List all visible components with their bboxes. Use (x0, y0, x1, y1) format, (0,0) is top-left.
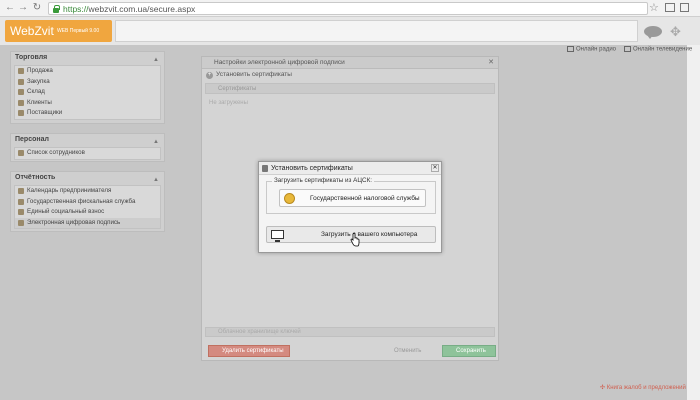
complaints-book-link[interactable]: ✣ Книга жалоб и предложений (600, 384, 686, 391)
online-tv-link[interactable]: Онлайн телевидение (624, 46, 692, 53)
medal-icon (284, 193, 295, 204)
delete-certificates-button[interactable]: Удалить сертификаты (208, 345, 290, 357)
lock-icon (53, 5, 60, 13)
install-certificates-link[interactable]: + Установить сертификаты (202, 69, 498, 81)
calendar-icon (18, 188, 24, 194)
section-list: Продажа Закупка Склад Клиенты Поставщики (14, 65, 161, 120)
hand-cursor-icon (350, 233, 360, 247)
certificate-icon (262, 165, 268, 172)
tv-icon (624, 46, 631, 52)
monitor-icon (271, 230, 284, 242)
sidebar-item-signature[interactable]: Электронная цифровая подпись (15, 217, 160, 228)
modal-title: Установить сертификаты ✕ (259, 162, 441, 175)
logo-text: WebZvit (10, 24, 54, 38)
online-radio-link[interactable]: Онлайн радио (567, 46, 616, 53)
suppliers-icon (18, 110, 24, 116)
sidebar-item-purchase[interactable]: Закупка (15, 77, 160, 88)
logo-subtitle: WEB Первый 9.00 (57, 28, 100, 34)
address-bar[interactable]: https://webzvit.com.ua/secure.aspx (48, 2, 648, 15)
cancel-button[interactable]: Отменить (382, 345, 432, 357)
employees-icon (18, 150, 24, 156)
sidebar-item-suppliers[interactable]: Поставщики (15, 108, 160, 119)
sidebar-item-fiscal[interactable]: Государственная фискальная служба (15, 197, 160, 208)
purchase-icon (18, 78, 24, 85)
save-button[interactable]: Сохранить (442, 345, 496, 357)
collapse-icon[interactable]: ▲ (153, 174, 159, 186)
url-text: https://webzvit.com.ua/secure.aspx (63, 4, 196, 14)
section-list: Список сотрудников (14, 147, 161, 160)
back-icon[interactable]: ← (4, 2, 16, 14)
browser-toolbar: ← → ↻ https://webzvit.com.ua/secure.aspx… (0, 0, 700, 17)
reload-icon[interactable]: ↻ (31, 2, 43, 14)
pen-icon (18, 219, 24, 226)
sidebar-item-warehouse[interactable]: Склад (15, 87, 160, 98)
warehouse-icon (18, 89, 24, 95)
top-panel (115, 20, 638, 42)
close-icon[interactable]: ✕ (431, 164, 439, 172)
forward-icon[interactable]: → (17, 2, 29, 14)
sidebar-item-clients[interactable]: Клиенты (15, 98, 160, 109)
menu-icon[interactable] (680, 3, 689, 12)
logo[interactable]: WebZvit WEB Первый 9.00 (5, 20, 112, 42)
sidebar-item-social[interactable]: Единый социальный взнос (15, 207, 160, 218)
cloud-storage-tab[interactable]: Облачное хранилище ключей (205, 327, 495, 337)
sidebar-item-employees[interactable]: Список сотрудников (15, 148, 160, 159)
bookmark-star-icon[interactable]: ☆ (649, 1, 659, 14)
close-icon[interactable]: ✕ (488, 57, 494, 69)
dialog-title: Настройки электронной цифровой подписи ✕ (202, 57, 498, 69)
sidebar-item-calendar[interactable]: Календарь предпринимателя (15, 186, 160, 197)
section-reports: Отчётность ▲ Календарь предпринимателя Го… (10, 171, 165, 232)
app-header: WebZvit WEB Первый 9.00 ✥ (0, 17, 700, 45)
section-list: Календарь предпринимателя Государственна… (14, 185, 161, 229)
certificates-tab[interactable]: Сертификаты (205, 83, 495, 94)
section-title[interactable]: Персонал ▲ (11, 134, 164, 146)
sales-icon (18, 68, 24, 74)
ca-fieldset: Загрузить сертификаты из АЦСК: Государст… (266, 177, 436, 214)
empty-text: Не загружены (209, 100, 248, 106)
sidebar-item-sales[interactable]: Продажа (15, 66, 160, 77)
section-title[interactable]: Отчётность ▲ (11, 172, 164, 184)
chat-bubble-icon[interactable] (644, 26, 662, 39)
fiscal-icon (18, 198, 24, 205)
fieldset-legend: Загрузить сертификаты из АЦСК: (272, 177, 375, 184)
collapse-icon[interactable]: ▲ (153, 136, 159, 148)
social-icon (18, 209, 24, 215)
radio-icon (567, 46, 574, 52)
section-staff: Персонал ▲ Список сотрудников (10, 133, 165, 162)
page-scrollbar[interactable] (687, 45, 700, 400)
plus-icon: + (206, 72, 213, 79)
clients-icon (18, 99, 24, 106)
cast-icon[interactable] (665, 3, 675, 12)
collapse-icon[interactable]: ▲ (153, 54, 159, 66)
section-title[interactable]: Торговля ▲ (11, 52, 164, 64)
section-trade: Торговля ▲ Продажа Закупка Склад Клиенты … (10, 51, 165, 124)
move-icon[interactable]: ✥ (670, 24, 681, 40)
tax-service-button[interactable]: Государственной налоговой службы (279, 189, 426, 207)
